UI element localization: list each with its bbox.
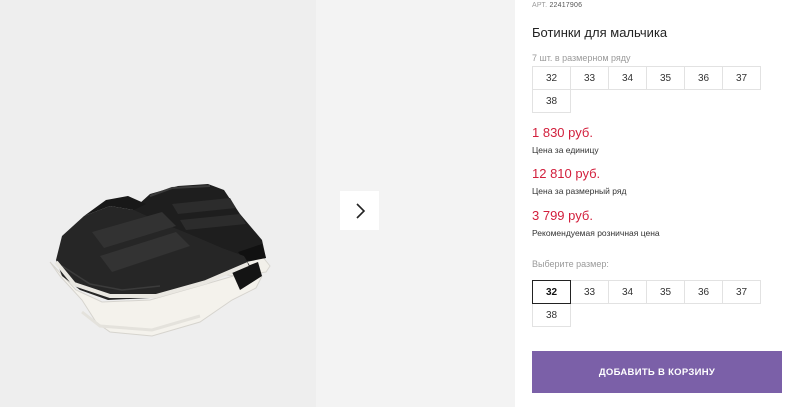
- retail-price: 3 799 руб.: [532, 208, 593, 223]
- product-gallery: [0, 0, 515, 407]
- unit-price: 1 830 руб.: [532, 125, 593, 140]
- pack-size: 33: [570, 66, 609, 90]
- pack-size: 36: [684, 66, 723, 90]
- next-image-button[interactable]: [340, 191, 379, 230]
- unit-price-label: Цена за единицу: [532, 145, 599, 155]
- sku-value: 22417906: [549, 2, 583, 9]
- size-option[interactable]: 36: [684, 280, 723, 304]
- size-option[interactable]: 38: [532, 303, 571, 327]
- size-option[interactable]: 37: [722, 280, 761, 304]
- size-option[interactable]: 34: [608, 280, 647, 304]
- chevron-right-icon: [355, 202, 365, 219]
- pack-size: 35: [646, 66, 685, 90]
- product-title: Ботинки для мальчика: [532, 25, 668, 40]
- sku-label: АРТ.: [532, 2, 548, 9]
- sneakers-image: [49, 184, 271, 337]
- retail-price-label: Рекомендуемая розничная цена: [532, 228, 660, 238]
- set-price-label: Цена за размерный ряд: [532, 186, 627, 196]
- size-picker-caption: Выберите размер:: [532, 259, 609, 269]
- add-to-cart-button[interactable]: ДОБАВИТЬ В КОРЗИНУ: [532, 351, 782, 393]
- size-option-selected[interactable]: 32: [532, 280, 571, 304]
- sku-line: АРТ. 22417906: [532, 2, 582, 9]
- pack-size: 37: [722, 66, 761, 90]
- size-option[interactable]: 35: [646, 280, 685, 304]
- set-price: 12 810 руб.: [532, 166, 601, 181]
- product-photo[interactable]: [0, 0, 316, 407]
- pack-size: 34: [608, 66, 647, 90]
- pack-size: 32: [532, 66, 571, 90]
- pack-caption: 7 шт. в размерном ряду: [532, 53, 631, 63]
- size-option[interactable]: 33: [570, 280, 609, 304]
- pack-size: 38: [532, 89, 571, 113]
